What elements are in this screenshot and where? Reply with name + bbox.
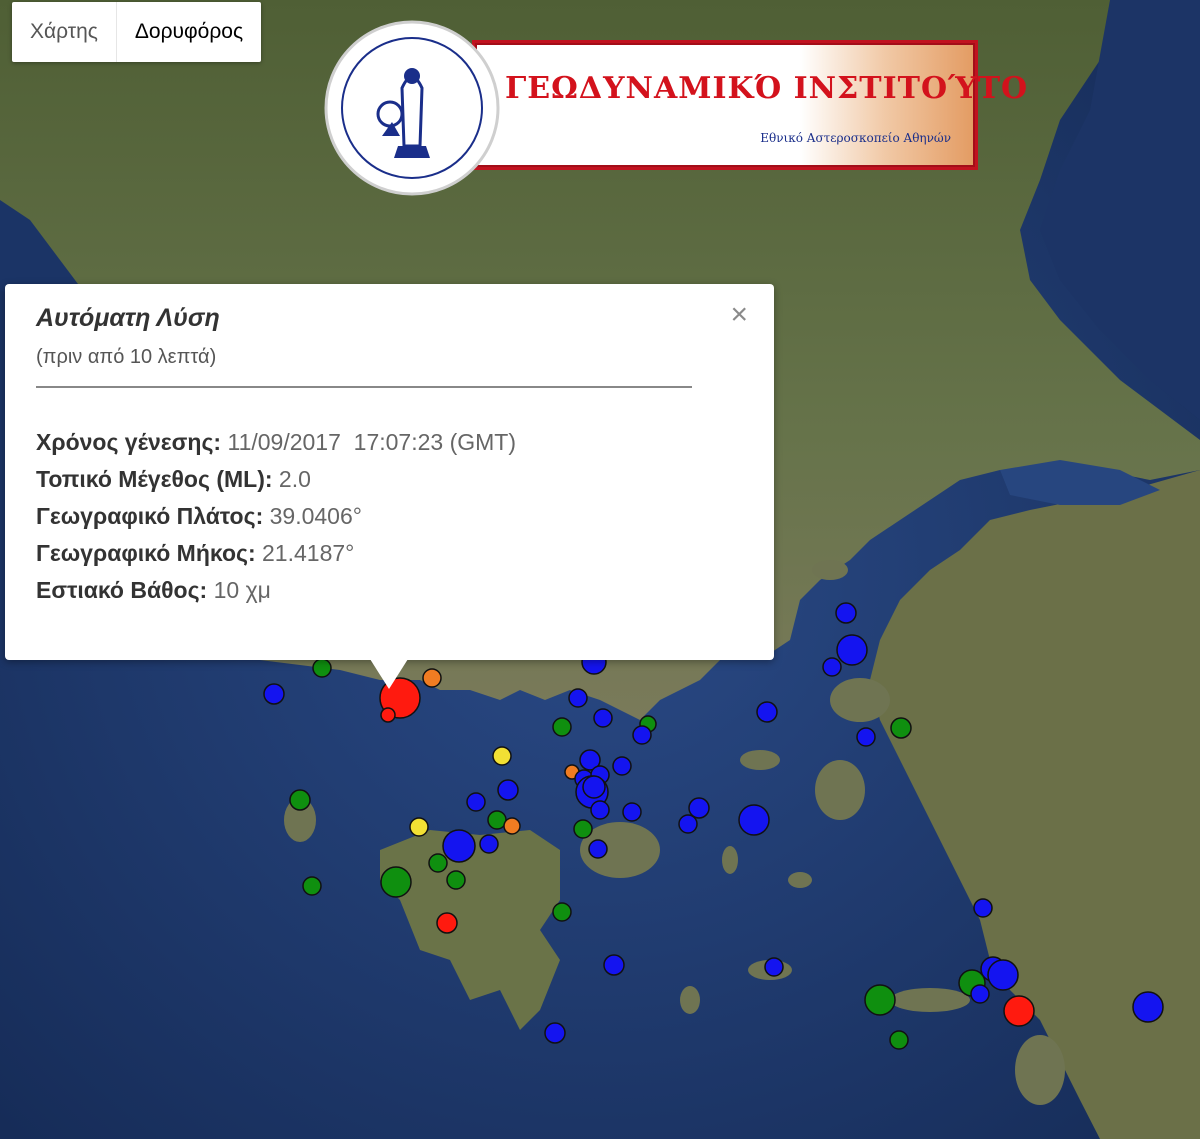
earthquake-marker-blue[interactable]: [612, 756, 632, 776]
earthquake-marker-blue[interactable]: [764, 957, 784, 977]
earthquake-marker-green[interactable]: [302, 876, 322, 896]
earthquake-marker-green[interactable]: [289, 789, 311, 811]
earthquake-marker-blue[interactable]: [590, 800, 610, 820]
popup-title: Αυτόματη Λύση: [36, 304, 220, 332]
earthquake-marker-green[interactable]: [446, 870, 466, 890]
earthquake-marker-blue[interactable]: [479, 834, 499, 854]
earthquake-marker-green[interactable]: [552, 717, 572, 737]
earthquake-marker-blue[interactable]: [987, 959, 1019, 991]
earthquake-marker-red[interactable]: [1003, 995, 1035, 1027]
popup-divider: [36, 386, 692, 388]
earthquake-marker-green[interactable]: [380, 866, 412, 898]
logo-subtitle: Εθνικό Αστεροσκοπείο Αθηνών: [760, 131, 951, 145]
map-type-control: Χάρτης Δορυφόρος: [12, 2, 262, 62]
earthquake-marker-blue[interactable]: [263, 683, 285, 705]
earthquake-marker-green[interactable]: [552, 902, 572, 922]
logo-title: Γεωδυναμικό Ινστιτούτο: [505, 71, 1029, 106]
institute-logo: Γεωδυναμικό Ινστιτούτο Εθνικό Αστεροσκοπ…: [322, 18, 1027, 198]
earthquake-marker-green[interactable]: [889, 1030, 909, 1050]
earthquake-marker-yellow[interactable]: [409, 817, 429, 837]
field-latitude: Γεωγραφικό Πλάτος: 39.0406°: [36, 503, 362, 529]
earthquake-marker-blue[interactable]: [678, 814, 698, 834]
popup-tail: [370, 659, 408, 689]
earthquake-marker-green[interactable]: [573, 819, 593, 839]
earthquake-marker-blue[interactable]: [497, 779, 519, 801]
field-magnitude: Τοπικό Μέγεθος (ML): 2.0: [36, 466, 311, 492]
earthquake-marker-blue[interactable]: [836, 634, 868, 666]
earthquake-marker-red[interactable]: [436, 912, 458, 934]
earthquake-marker-yellow[interactable]: [492, 746, 512, 766]
earthquake-marker-blue[interactable]: [835, 602, 857, 624]
earthquake-info-popup: × Αυτόματη Λύση (πριν από 10 λεπτά) Χρόν…: [5, 284, 774, 660]
earthquake-marker-blue[interactable]: [1132, 991, 1164, 1023]
observatory-seal-icon: [324, 20, 500, 196]
popup-fields: Χρόνος γένεσης: 11/09/2017 17:07:23 (GMT…: [36, 424, 516, 609]
earthquake-marker-green[interactable]: [890, 717, 912, 739]
earthquake-marker-blue[interactable]: [593, 708, 613, 728]
earthquake-marker-blue[interactable]: [442, 829, 476, 863]
earthquake-marker-blue[interactable]: [738, 804, 770, 836]
earthquake-marker-blue[interactable]: [603, 954, 625, 976]
earthquake-marker-blue[interactable]: [568, 688, 588, 708]
earthquake-marker-blue[interactable]: [756, 701, 778, 723]
earthquake-marker-blue[interactable]: [622, 802, 642, 822]
earthquake-marker-blue[interactable]: [856, 727, 876, 747]
earthquake-marker-blue[interactable]: [970, 984, 990, 1004]
earthquake-marker-green[interactable]: [312, 658, 332, 678]
earthquake-marker-orange[interactable]: [503, 817, 521, 835]
field-longitude: Γεωγραφικό Μήκος: 21.4187°: [36, 540, 355, 566]
field-depth: Εστιακό Βάθος: 10 χμ: [36, 577, 271, 603]
earthquake-marker-red[interactable]: [380, 707, 396, 723]
earthquake-marker-green[interactable]: [428, 853, 448, 873]
earthquake-marker-blue[interactable]: [466, 792, 486, 812]
earthquake-marker-blue[interactable]: [588, 839, 608, 859]
earthquake-marker-orange[interactable]: [422, 668, 442, 688]
earthquake-marker-blue[interactable]: [632, 725, 652, 745]
earthquake-marker-blue[interactable]: [582, 775, 606, 799]
popup-subtitle: (πριν από 10 λεπτά): [36, 346, 217, 368]
close-icon[interactable]: ×: [730, 300, 748, 330]
earthquake-marker-blue[interactable]: [688, 797, 710, 819]
satellite-view-button[interactable]: Δορυφόρος: [115, 2, 261, 62]
earthquake-marker-blue[interactable]: [822, 657, 842, 677]
map-view-button[interactable]: Χάρτης: [12, 2, 116, 62]
field-origin-time: Χρόνος γένεσης: 11/09/2017 17:07:23 (GMT…: [36, 429, 517, 455]
earthquake-marker-blue[interactable]: [973, 898, 993, 918]
earthquake-marker-green[interactable]: [864, 984, 896, 1016]
logo-banner: Γεωδυναμικό Ινστιτούτο Εθνικό Αστεροσκοπ…: [472, 40, 1027, 170]
earthquake-marker-blue[interactable]: [544, 1022, 566, 1044]
